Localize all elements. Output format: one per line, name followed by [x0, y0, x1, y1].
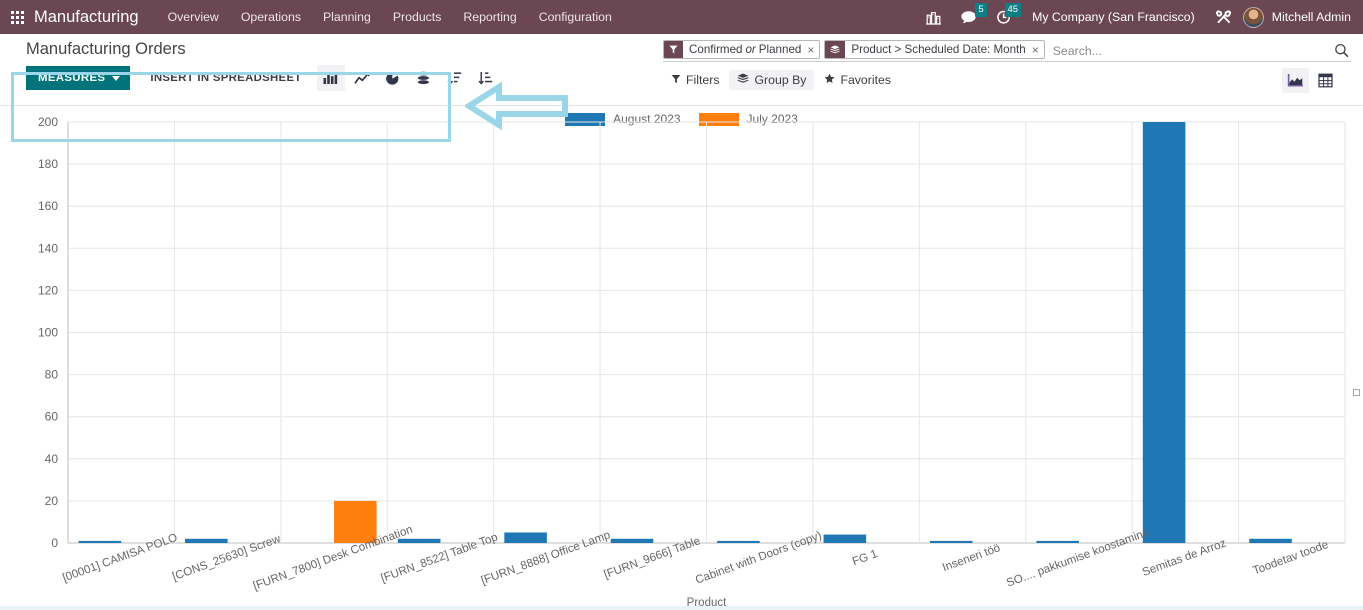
pie-chart-icon[interactable]: [379, 65, 407, 91]
x-axis-tick-label: Toodetav toode: [1251, 538, 1330, 577]
filter-funnel-icon: [664, 41, 683, 58]
measures-label: MEASURES: [38, 72, 106, 84]
chart-bar: [823, 534, 867, 543]
y-axis-tick-label: 120: [38, 283, 58, 297]
x-axis-tick-label: SO.... pakkumise koostamine: [1005, 526, 1151, 590]
control-panel: Manufacturing Orders MEASURES INSERT IN …: [0, 34, 1363, 142]
y-axis-tick-label: 20: [45, 494, 59, 508]
menu-item-planning[interactable]: Planning: [312, 2, 382, 32]
favorites-menu-label: Favorites: [840, 73, 892, 87]
star-icon: [824, 73, 835, 87]
menu-item-reporting[interactable]: Reporting: [452, 2, 527, 32]
messages-count-badge: 5: [975, 3, 988, 17]
chart-bar: [1036, 540, 1079, 543]
company-switcher[interactable]: My Company (San Francisco): [1022, 10, 1205, 24]
bottom-edge-strip: [0, 606, 1363, 610]
y-axis-tick-label: 40: [45, 452, 59, 466]
y-axis-tick-label: 0: [51, 536, 58, 550]
y-axis-tick-label: 180: [38, 157, 58, 171]
graph-view-icon[interactable]: [1282, 68, 1309, 93]
favorites-menu[interactable]: Favorites: [816, 70, 899, 90]
x-axis-tick-label: Inseneri töö: [941, 541, 1002, 574]
x-axis-tick-label: FG 1: [851, 547, 880, 568]
enterprise-upgrade-icon[interactable]: [917, 0, 950, 34]
chart-bar: [929, 540, 973, 543]
control-panel-left: Manufacturing Orders MEASURES INSERT IN …: [26, 40, 500, 91]
chart-bar: [504, 532, 547, 543]
chart-bar: [1142, 122, 1186, 543]
search-bar: Confirmed or Planned × Product > Schedul…: [663, 40, 1351, 62]
y-axis-tick-label: 100: [38, 326, 58, 340]
search-facet-groupby-label: Product > Scheduled Date: Month: [851, 43, 1026, 56]
graph-view: August 2023 July 2023 0 20 40 60 80 100 120 140…: [0, 106, 1363, 610]
search-facet-filter-label: Confirmed or Planned: [683, 41, 805, 58]
insert-in-spreadsheet-button[interactable]: INSERT IN SPREADSHEET: [138, 66, 313, 90]
y-axis-tick-label: 60: [45, 410, 59, 424]
group-layers-icon: [825, 41, 846, 58]
chevron-down-icon: [112, 75, 121, 81]
chart-canvas[interactable]: 0 20 40 60 80 100 120 140 160 180 200 [00001] CAMIS…: [0, 106, 1363, 610]
main-menu: Overview Operations Planning Products Re…: [157, 2, 623, 32]
view-switcher: [1282, 68, 1339, 93]
menu-item-products[interactable]: Products: [382, 2, 453, 32]
user-menu[interactable]: Mitchell Admin: [1272, 10, 1355, 24]
bar-chart-icon[interactable]: [316, 65, 345, 91]
y-axis-tick-label: 140: [38, 241, 58, 255]
search-panel: Confirmed or Planned × Product > Schedul…: [663, 40, 1351, 93]
chart-bar: [185, 538, 228, 543]
user-avatar[interactable]: [1242, 6, 1264, 28]
search-icon[interactable]: [1334, 40, 1351, 61]
facet-text-post: Planned: [758, 43, 802, 56]
search-facet-filter[interactable]: Confirmed or Planned ×: [663, 40, 821, 59]
x-axis-tick-label: [00001] CAMISA POLO: [61, 531, 179, 585]
search-input[interactable]: [1048, 40, 1334, 61]
sort-ascending-icon[interactable]: [472, 65, 500, 91]
menu-item-overview[interactable]: Overview: [157, 2, 230, 32]
line-chart-icon[interactable]: [348, 65, 376, 91]
app-name: Manufacturing: [34, 7, 139, 26]
x-axis-tick-label: Cabinet with Doors (copy): [694, 529, 824, 587]
group-by-menu[interactable]: Group By: [729, 70, 815, 90]
messages-icon[interactable]: 5: [952, 0, 988, 34]
activities-count-badge: 45: [1004, 3, 1022, 17]
filters-menu[interactable]: Filters: [663, 70, 727, 90]
facet-text-pre: Confirmed: [689, 43, 743, 56]
group-layers-icon: [737, 73, 749, 87]
sort-descending-icon[interactable]: [441, 65, 469, 91]
facet-remove-icon[interactable]: ×: [1030, 41, 1044, 58]
y-axis-tick-label: 160: [38, 199, 58, 213]
facet-text-operator: or: [745, 43, 756, 56]
pivot-view-icon[interactable]: [1312, 68, 1339, 93]
search-facet-groupby[interactable]: Product > Scheduled Date: Month ×: [824, 40, 1045, 59]
developer-tools-icon[interactable]: [1207, 0, 1241, 34]
activities-clock-icon[interactable]: 45: [988, 0, 1022, 34]
chart-bar: [717, 540, 760, 543]
menu-item-operations[interactable]: Operations: [230, 2, 312, 32]
chart-bar: [610, 538, 654, 543]
resize-handle[interactable]: [1353, 389, 1360, 396]
stacked-bars-icon[interactable]: [410, 65, 438, 91]
chart-bar: [397, 538, 441, 543]
chart-bar: [78, 540, 122, 543]
apps-grid-icon[interactable]: [0, 0, 34, 34]
graph-toolbar: MEASURES INSERT IN SPREADSHEET: [26, 65, 500, 91]
y-axis-tick-label: 200: [38, 115, 58, 129]
group-by-menu-label: Group By: [754, 73, 807, 87]
measures-button[interactable]: MEASURES: [26, 66, 131, 90]
filters-menu-label: Filters: [686, 73, 720, 87]
top-navbar: Manufacturing Overview Operations Planni…: [0, 0, 1363, 34]
facet-remove-icon[interactable]: ×: [805, 41, 819, 58]
search-dropdown-menus: Filters Group By Favorites: [663, 70, 1351, 90]
page-title: Manufacturing Orders: [26, 40, 186, 58]
navbar-right-group: 5 45 My Company (San Francisco) Mitchell…: [917, 0, 1363, 34]
filter-funnel-icon: [671, 73, 681, 87]
y-axis-tick-label: 80: [45, 368, 59, 382]
chart-bar: [1249, 538, 1292, 543]
menu-item-configuration[interactable]: Configuration: [528, 2, 623, 32]
